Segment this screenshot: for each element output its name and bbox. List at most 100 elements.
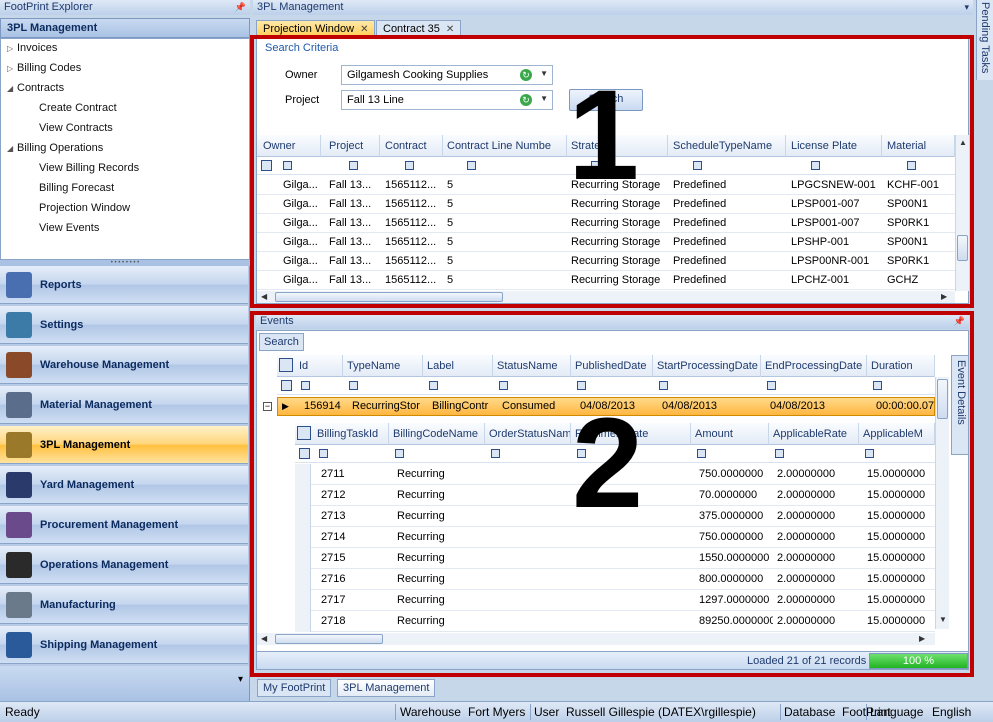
filter-icon[interactable] bbox=[429, 381, 438, 390]
scroll-left-icon[interactable]: ◀ bbox=[261, 634, 267, 643]
tab-my-footprint[interactable]: My FootPrint bbox=[257, 679, 332, 697]
filter-icon[interactable] bbox=[693, 161, 702, 170]
row-selector[interactable] bbox=[295, 464, 311, 485]
nav-reports[interactable]: Reports bbox=[0, 266, 248, 304]
nav-warehouse-management[interactable]: Warehouse Management bbox=[0, 346, 248, 384]
events-search-tab[interactable]: Search bbox=[259, 333, 304, 351]
events-vertical-scrollbar[interactable]: ▼ bbox=[935, 377, 949, 629]
filter-icon[interactable] bbox=[907, 161, 916, 170]
project-select[interactable]: Fall 13 Line ↻ ▼ bbox=[341, 90, 553, 110]
row-selector[interactable] bbox=[295, 485, 311, 506]
row-selector[interactable] bbox=[295, 590, 311, 611]
tab-contract-35[interactable]: Contract 35 ✕ bbox=[376, 20, 462, 36]
column-header[interactable]: BillingCodeName bbox=[389, 423, 485, 445]
scroll-thumb[interactable] bbox=[275, 292, 503, 302]
table-row[interactable]: Gilga... Fall 13... 1565112... 5 Recurring S… bbox=[257, 271, 955, 290]
table-row[interactable]: 2715 Recurring 1550.0000000 2.00000000 15.00… bbox=[295, 548, 935, 569]
row-selector[interactable] bbox=[295, 527, 311, 548]
column-header[interactable]: Material bbox=[883, 135, 955, 157]
tree-item-billing-codes[interactable]: ▷ Billing Codes bbox=[7, 62, 81, 74]
table-row[interactable]: 2718 Recurring 89250.0000000 2.00000000 15.0… bbox=[295, 611, 935, 632]
column-header[interactable]: ApplicableRate bbox=[769, 423, 859, 445]
table-row[interactable]: Gilga... Fall 13... 1565112... 5 Recurring S… bbox=[257, 233, 955, 252]
chevron-down-icon[interactable]: ▼ bbox=[540, 94, 548, 103]
filter-icon[interactable] bbox=[811, 161, 820, 170]
scroll-up-icon[interactable]: ▲ bbox=[959, 138, 967, 147]
row-selector[interactable] bbox=[295, 611, 311, 632]
tree-item-view-events[interactable]: View Events bbox=[29, 222, 99, 234]
collapsed-arrow-icon[interactable]: ▷ bbox=[7, 64, 17, 73]
filter-icon[interactable] bbox=[865, 449, 874, 458]
filter-icon[interactable] bbox=[395, 449, 404, 458]
scroll-thumb[interactable] bbox=[937, 379, 948, 419]
scroll-right-icon[interactable]: ▶ bbox=[941, 292, 947, 301]
refresh-icon[interactable]: ↻ bbox=[520, 69, 532, 81]
column-header[interactable]: Amount bbox=[691, 423, 769, 445]
column-header[interactable]: ScheduleTypeName bbox=[669, 135, 786, 157]
tree-item-invoices[interactable]: ▷ Invoices bbox=[7, 42, 57, 54]
nav-shipping-management[interactable]: Shipping Management bbox=[0, 626, 248, 664]
filter-icon[interactable] bbox=[301, 381, 310, 390]
events-horizontal-scrollbar[interactable]: ◀ ▶ bbox=[257, 633, 935, 645]
close-icon[interactable]: ✕ bbox=[360, 24, 368, 35]
collapsed-arrow-icon[interactable]: ▷ bbox=[7, 44, 17, 53]
nav-3pl-management[interactable]: 3PL Management bbox=[0, 426, 248, 464]
row-selector[interactable] bbox=[295, 569, 311, 590]
nav-material-management[interactable]: Material Management bbox=[0, 386, 248, 424]
column-header[interactable]: Owner bbox=[259, 135, 321, 157]
pin-icon[interactable]: 📌 bbox=[235, 2, 246, 13]
expanded-arrow-icon[interactable]: ◢ bbox=[7, 144, 17, 153]
row-selector[interactable] bbox=[295, 548, 311, 569]
tab-3pl-management[interactable]: 3PL Management bbox=[337, 679, 436, 697]
column-header[interactable]: BillingTaskId bbox=[313, 423, 389, 445]
filter-editor-icon[interactable] bbox=[299, 448, 310, 459]
scroll-down-icon[interactable]: ▼ bbox=[939, 615, 947, 624]
nav-operations-management[interactable]: Operations Management bbox=[0, 546, 248, 584]
owner-select[interactable]: Gilgamesh Cooking Supplies ↻ ▼ bbox=[341, 65, 553, 85]
filter-icon[interactable] bbox=[349, 161, 358, 170]
filter-icon[interactable] bbox=[767, 381, 776, 390]
table-row[interactable]: 2716 Recurring 800.0000000 2.00000000 15.000… bbox=[295, 569, 935, 590]
column-header[interactable]: Id bbox=[295, 355, 343, 377]
filter-icon[interactable] bbox=[349, 381, 358, 390]
filter-icon[interactable] bbox=[775, 449, 784, 458]
nav-manufacturing[interactable]: Manufacturing bbox=[0, 586, 248, 624]
filter-editor-icon[interactable] bbox=[261, 160, 272, 171]
tab-projection-window[interactable]: Projection Window ✕ bbox=[256, 20, 376, 36]
tree-item-create-contract[interactable]: Create Contract bbox=[29, 102, 117, 114]
tree-item-billing-forecast[interactable]: Billing Forecast bbox=[29, 182, 114, 194]
filter-icon[interactable] bbox=[283, 161, 292, 170]
filter-icon[interactable] bbox=[467, 161, 476, 170]
grid-layout-icon[interactable] bbox=[279, 358, 293, 372]
refresh-icon[interactable]: ↻ bbox=[520, 94, 532, 106]
grid-layout-icon[interactable] bbox=[297, 426, 311, 440]
column-header[interactable]: EndProcessingDate bbox=[761, 355, 867, 377]
table-row[interactable]: Gilga... Fall 13... 1565112... 5 Recurring S… bbox=[257, 214, 955, 233]
filter-icon[interactable] bbox=[319, 449, 328, 458]
close-icon[interactable]: ✕ bbox=[446, 24, 454, 35]
pin-icon[interactable]: ▾ bbox=[964, 2, 969, 13]
scroll-left-icon[interactable]: ◀ bbox=[261, 292, 267, 301]
table-row[interactable]: 2717 Recurring 1297.0000000 2.00000000 15.00… bbox=[295, 590, 935, 611]
filter-icon[interactable] bbox=[697, 449, 706, 458]
chevron-down-icon[interactable]: ▾ bbox=[238, 674, 243, 685]
filter-editor-icon[interactable] bbox=[281, 380, 292, 391]
pending-tasks-tab[interactable]: Pending Tasks bbox=[976, 0, 993, 80]
column-header[interactable]: PublishedDate bbox=[571, 355, 653, 377]
column-header[interactable]: StatusName bbox=[493, 355, 571, 377]
tree-item-contracts[interactable]: ◢ Contracts bbox=[7, 82, 64, 94]
event-details-tab[interactable]: Event Details bbox=[951, 355, 969, 455]
column-header[interactable]: ApplicableM bbox=[859, 423, 935, 445]
scroll-thumb[interactable] bbox=[275, 634, 383, 644]
grid1-horizontal-scrollbar[interactable]: ◀ ▶ bbox=[257, 291, 955, 303]
table-row[interactable]: Gilga... Fall 13... 1565112... 5 Recurring S… bbox=[257, 252, 955, 271]
filter-icon[interactable] bbox=[577, 381, 586, 390]
filter-icon[interactable] bbox=[405, 161, 414, 170]
column-header[interactable]: License Plate bbox=[787, 135, 882, 157]
nav-settings[interactable]: Settings bbox=[0, 306, 248, 344]
nav-procurement-management[interactable]: Procurement Management bbox=[0, 506, 248, 544]
filter-icon[interactable] bbox=[659, 381, 668, 390]
pin-icon[interactable]: 📌 bbox=[954, 316, 965, 327]
tree-item-view-billing-records[interactable]: View Billing Records bbox=[29, 162, 139, 174]
scroll-right-icon[interactable]: ▶ bbox=[919, 634, 925, 643]
